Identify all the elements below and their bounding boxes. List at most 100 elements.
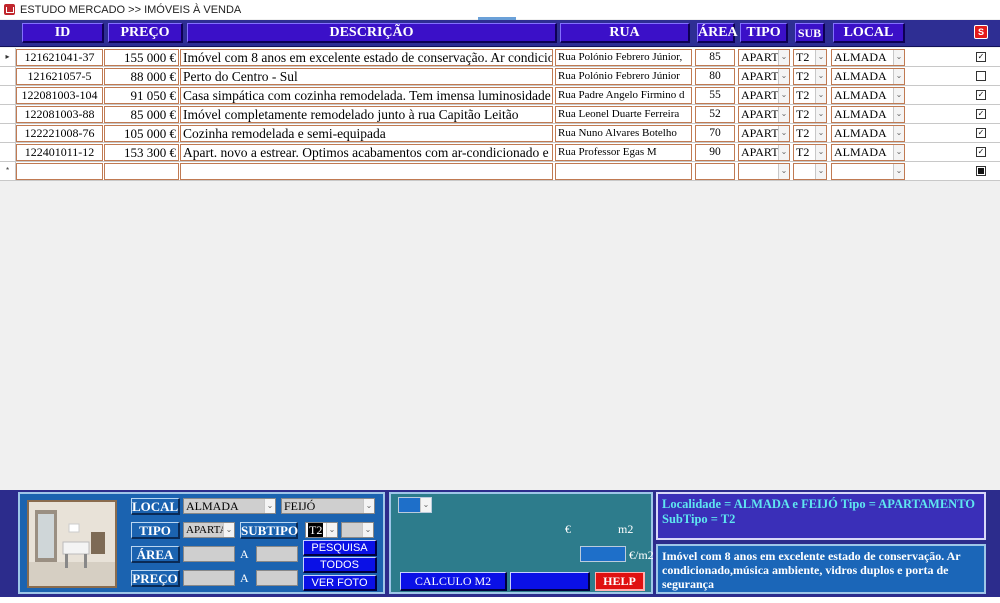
cell-tipo[interactable]: APART ⌄ [738, 106, 790, 123]
cell-sub[interactable]: T2 ⌄ [793, 87, 827, 104]
cell-descricao[interactable]: Perto do Centro - Sul [180, 68, 553, 85]
chevron-down-icon[interactable]: ⌄ [778, 126, 789, 141]
cell-tipo[interactable]: APART ⌄ [738, 68, 790, 85]
column-header-descricao[interactable]: DESCRIÇÃO [187, 23, 557, 43]
record-selector[interactable] [0, 105, 16, 124]
subtipo2-select[interactable]: ⌄ [341, 522, 374, 538]
chevron-down-icon[interactable]: ⌄ [264, 499, 275, 513]
chevron-down-icon[interactable]: ⌄ [893, 164, 904, 179]
cell-tipo[interactable]: APART ⌄ [738, 87, 790, 104]
cell-rua[interactable]: Rua Polónio Febrero Júnior, [555, 49, 692, 66]
chevron-down-icon[interactable]: ⌄ [326, 523, 337, 537]
column-header-tipo[interactable]: TIPO [740, 23, 788, 43]
cell-descricao[interactable] [180, 163, 553, 180]
chevron-down-icon[interactable]: ⌄ [893, 88, 904, 103]
chevron-down-icon[interactable]: ⌄ [815, 164, 826, 179]
cell-local[interactable]: ALMADA ⌄ [831, 49, 905, 66]
cell-tipo[interactable]: ⌄ [738, 163, 790, 180]
cell-sub[interactable]: T2 ⌄ [793, 106, 827, 123]
cell-area[interactable]: 52 [695, 106, 735, 123]
column-header-rua[interactable]: RUA [560, 23, 690, 43]
chevron-down-icon[interactable]: ⌄ [893, 126, 904, 141]
record-selector[interactable] [0, 67, 16, 86]
cell-local[interactable]: ALMADA ⌄ [831, 68, 905, 85]
cell-local[interactable]: ⌄ [831, 163, 905, 180]
cell-id[interactable]: 121621041-37 [16, 49, 103, 66]
cell-id[interactable] [16, 163, 103, 180]
calculo-m2-button[interactable]: CALCULO M2 [400, 572, 507, 591]
preco-max-input[interactable] [256, 570, 298, 586]
chevron-down-icon[interactable]: ⌄ [893, 69, 904, 84]
subtipo-select[interactable]: T2 ⌄ [305, 522, 338, 538]
checkbox-icon[interactable]: ✓ [976, 109, 986, 119]
cell-local[interactable]: ALMADA ⌄ [831, 87, 905, 104]
column-header-area[interactable]: ÁREA [697, 23, 738, 43]
cell-id[interactable]: 122081003-88 [16, 106, 103, 123]
select-all-button[interactable]: S [974, 25, 988, 39]
cell-sub[interactable]: T2 ⌄ [793, 49, 827, 66]
table-row[interactable]: 122401011-12 153 300 € Apart. novo a est… [0, 143, 1000, 162]
area-label-button[interactable]: ÁREA [131, 546, 180, 563]
chevron-down-icon[interactable]: ⌄ [420, 498, 431, 512]
cell-local[interactable]: ALMADA ⌄ [831, 106, 905, 123]
cell-local[interactable]: ALMADA ⌄ [831, 144, 905, 161]
cell-descricao[interactable]: Imóvel completamente remodelado junto à … [180, 106, 553, 123]
cell-tipo[interactable]: APART ⌄ [738, 144, 790, 161]
cell-id[interactable]: 122401011-12 [16, 144, 103, 161]
new-record-row[interactable]: * ⌄ ⌄ ⌄ [0, 162, 1000, 181]
chevron-down-icon[interactable]: ⌄ [363, 499, 374, 513]
local-select[interactable]: ALMADA ⌄ [183, 498, 276, 514]
cell-preco[interactable]: 85 000 € [104, 106, 179, 123]
table-row[interactable]: 122221008-76 105 000 € Cozinha remodelad… [0, 124, 1000, 143]
checkbox-icon[interactable]: ✓ [976, 128, 986, 138]
cell-rua[interactable]: Rua Professor Egas M [555, 144, 692, 161]
checkbox-icon[interactable]: ✓ [976, 90, 986, 100]
preco-label-button[interactable]: PREÇO [131, 570, 180, 587]
record-selector[interactable] [0, 124, 16, 143]
local2-select[interactable]: FEIJÓ ⌄ [281, 498, 375, 514]
cell-preco[interactable]: 153 300 € [104, 144, 179, 161]
cell-preco[interactable]: 155 000 € [104, 49, 179, 66]
subtipo-label-button[interactable]: SUBTIPO [240, 522, 298, 539]
cell-descricao[interactable]: Casa simpática com cozinha remodelada. T… [180, 87, 553, 104]
table-row[interactable]: ▸ 121621041-37 155 000 € Imóvel com 8 an… [0, 48, 1000, 67]
checkbox-icon[interactable]: ✓ [976, 147, 986, 157]
record-selector[interactable] [0, 143, 16, 162]
record-selector[interactable] [0, 86, 16, 105]
preco-min-input[interactable] [183, 570, 235, 586]
cell-id[interactable]: 122081003-104 [16, 87, 103, 104]
cell-local[interactable]: ALMADA ⌄ [831, 125, 905, 142]
cell-rua[interactable]: Rua Leonel Duarte Ferreira [555, 106, 692, 123]
cell-tipo[interactable]: APART ⌄ [738, 125, 790, 142]
cell-preco[interactable]: 88 000 € [104, 68, 179, 85]
area-max-input[interactable] [256, 546, 298, 562]
table-row[interactable]: 121621057-5 88 000 € Perto do Centro - S… [0, 67, 1000, 86]
column-header-sub[interactable]: SUB [795, 23, 825, 43]
cell-area[interactable]: 80 [695, 68, 735, 85]
todos-button[interactable]: TODOS [303, 557, 377, 573]
table-row[interactable]: 122081003-88 85 000 € Imóvel completamen… [0, 105, 1000, 124]
cell-area[interactable]: 70 [695, 125, 735, 142]
cell-area[interactable]: 55 [695, 87, 735, 104]
area-min-input[interactable] [183, 546, 235, 562]
chevron-down-icon[interactable]: ⌄ [815, 50, 826, 65]
cell-id[interactable]: 121621057-5 [16, 68, 103, 85]
cell-rua[interactable]: Rua Nuno Alvares Botelho [555, 125, 692, 142]
chevron-down-icon[interactable]: ⌄ [815, 145, 826, 160]
chevron-down-icon[interactable]: ⌄ [893, 107, 904, 122]
checkbox-icon[interactable] [976, 166, 986, 176]
cell-descricao[interactable]: Imóvel com 8 anos em excelente estado de… [180, 49, 553, 66]
chevron-down-icon[interactable]: ⌄ [778, 107, 789, 122]
checkbox-icon[interactable] [976, 71, 986, 81]
calc-select[interactable]: ⌄ [398, 497, 432, 513]
chevron-down-icon[interactable]: ⌄ [362, 523, 373, 537]
cell-descricao[interactable]: Cozinha remodelada e semi-equipada [180, 125, 553, 142]
table-row[interactable]: 122081003-104 91 050 € Casa simpática co… [0, 86, 1000, 105]
chevron-down-icon[interactable]: ⌄ [778, 88, 789, 103]
chevron-down-icon[interactable]: ⌄ [223, 523, 234, 537]
cell-sub[interactable]: ⌄ [793, 163, 827, 180]
chevron-down-icon[interactable]: ⌄ [778, 50, 789, 65]
help-button[interactable]: HELP [595, 572, 645, 591]
record-selector[interactable]: ▸ [0, 48, 16, 67]
cell-rua[interactable]: Rua Polónio Febrero Júnior [555, 68, 692, 85]
